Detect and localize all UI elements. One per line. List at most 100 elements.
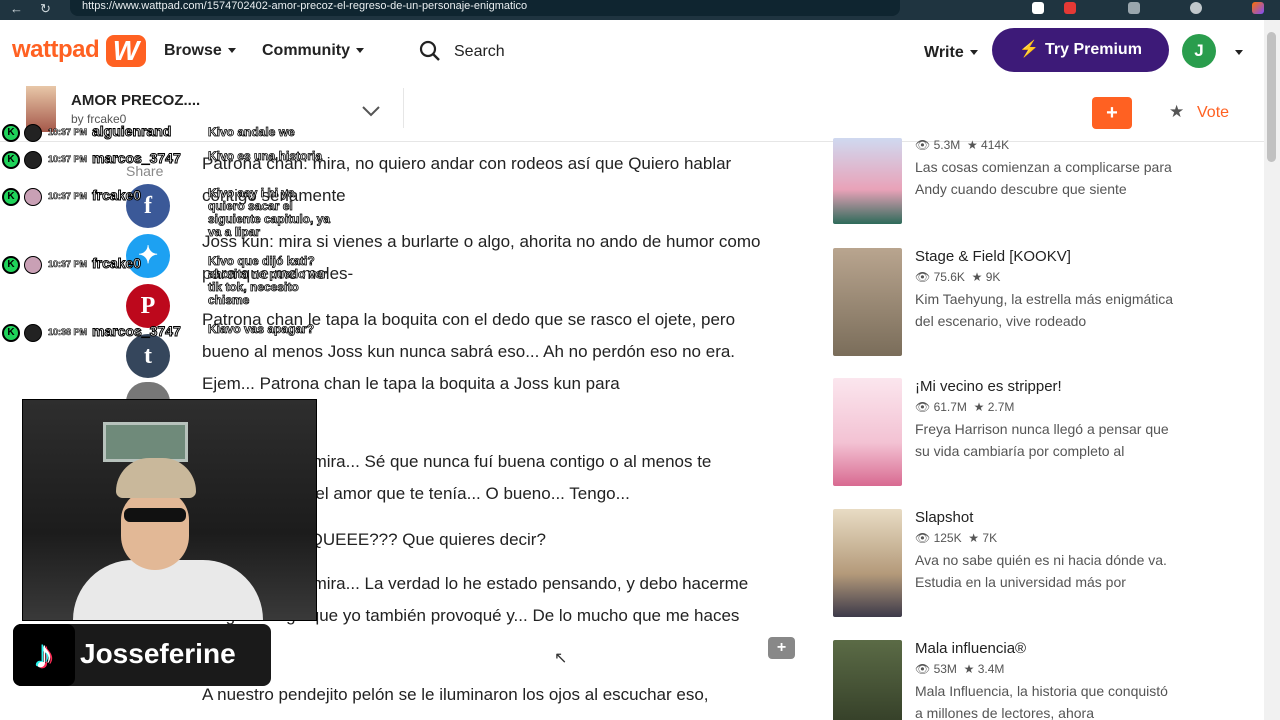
votes-count: 9K [985,270,1001,284]
book-description: Las cosas comienzan a complicarse para A… [915,159,1172,197]
votes-count: 3.4M [977,662,1005,676]
chat-text: Kivo aay i hi ya quiero sacar el siguien… [208,186,331,239]
book-description: Ava no sabe quién es ni hacia dónde va. … [915,552,1167,590]
chat-text: Kiavo vas apagar? [208,322,315,336]
book-description: Mala Influencia, la historia que conquis… [915,683,1168,720]
mouse-cursor-icon: ↖ [554,650,568,667]
back-icon[interactable]: ← [10,1,23,16]
exit-sign [103,422,188,462]
book-title[interactable]: ¡Mi vecino es stripper! [915,378,1062,395]
pinterest-icon[interactable]: P [126,284,170,328]
tiktok-icon: ♪ [13,624,75,686]
story-paragraph: Patrona chan le tapa la boquita con el d… [202,310,736,393]
recommendation-card[interactable]: 👁 5.3M ★ 414K Las cosas comienzan a comp… [833,138,1173,226]
book-title[interactable]: Stage & Field [KOOKV] [915,248,1071,265]
book-cover[interactable] [833,378,902,486]
star-icon: ★ [971,270,983,284]
try-premium-label: Try Premium [1044,41,1142,58]
tiktok-handle: Josseferine [80,638,236,669]
kick-badge-icon: K [2,151,20,169]
try-premium-button[interactable]: ⚡ Try Premium [992,28,1169,72]
user-avatar[interactable]: J [1182,34,1216,68]
kick-badge-icon: K [2,124,20,142]
book-stats: 👁 75.6K ★ 9K [915,270,1000,284]
eye-icon: 👁 [915,270,931,284]
book-stats: 👁 53M ★ 3.4M [915,662,1004,676]
chevron-down-icon[interactable] [360,100,382,122]
streamer-shirt [73,560,263,620]
chevron-down-icon [969,50,978,56]
book-stats: 👁 5.3M ★ 414K [915,138,1009,152]
book-title[interactable]: Slapshot [915,509,973,526]
streamer-face [121,490,189,570]
book-title[interactable]: Mala influencia® [915,640,1026,657]
community-menu[interactable]: Community [262,42,364,60]
story-paragraph: A nuestro pendejito pelón se le iluminar… [202,685,709,704]
browse-menu[interactable]: Browse [164,42,236,60]
scrollbar-thumb[interactable] [1267,32,1276,162]
kick-badge-icon: K [2,256,20,274]
kick-badge-icon: K [2,188,20,206]
write-label: Write [924,44,964,61]
book-cover[interactable] [833,248,902,356]
eye-icon: 👁 [915,400,931,414]
site-header: wattpad W Browse Community Search Write … [0,20,1264,84]
book-description: Kim Taehyung, la estrella más enigmática… [915,291,1174,329]
reads-count: 5.3M [933,138,961,152]
profile-icon[interactable] [1190,2,1202,14]
star-icon: ★ [973,400,985,414]
screen: ← ↻ https://www.wattpad.com/1574702402-a… [0,0,1280,720]
community-label: Community [262,42,350,59]
divider [403,88,404,128]
book-cover[interactable] [833,509,902,617]
eye-icon: 👁 [915,662,931,676]
streamer-sunglasses [124,508,186,522]
reads-count: 61.7M [933,400,967,414]
wattpad-logo[interactable]: wattpad [12,36,100,64]
votes-count: 414K [981,138,1010,152]
chat-username: marcos_3747 [92,150,182,167]
search-input[interactable]: Search [454,43,505,61]
book-stats: 👁 125K ★ 7K [915,531,997,545]
book-cover[interactable] [833,138,902,224]
recommendation-card[interactable]: Mala influencia® 👁 53M ★ 3.4M Mala Influ… [833,640,1173,720]
chat-time: 10:37 PM [48,127,88,138]
chat-username: alguienrand [91,123,172,140]
chat-time: 10:37 PM [48,259,88,270]
chat-text: Kivo andale we [208,125,296,139]
lightning-icon: ⚡ [1019,41,1039,58]
vote-button[interactable]: Vote [1197,104,1229,122]
reads-count: 53M [933,662,957,676]
write-menu[interactable]: Write [924,44,978,62]
chevron-down-icon[interactable] [1235,50,1243,55]
kick-badge-icon: K [2,324,20,342]
wattpad-logo-mark[interactable]: W [106,35,146,67]
add-comment-icon[interactable]: + [768,637,795,659]
votes-count: 2.7M [987,400,1015,414]
recommendation-card[interactable]: Stage & Field [KOOKV] 👁 75.6K ★ 9K Kim T… [833,248,1173,358]
recommendation-card[interactable]: Slapshot 👁 125K ★ 7K Ava no sabe quién e… [833,509,1173,619]
chat-username: marcos_3747 [92,323,182,340]
webcam-overlay [22,399,317,621]
reload-icon[interactable]: ↻ [40,1,51,17]
book-cover[interactable] [833,640,902,720]
story-title[interactable]: AMOR PRECOZ.... [71,92,200,109]
chat-username: frcake0 [91,255,142,272]
star-icon: ★ [966,138,978,152]
puzzle-icon[interactable] [1128,2,1140,14]
copilot-icon[interactable] [1252,2,1264,14]
extension-icon[interactable] [1032,2,1044,14]
add-to-library-button[interactable]: + [1092,97,1132,129]
extension-icon[interactable] [1064,2,1076,14]
browse-label: Browse [164,42,222,59]
search-icon[interactable] [419,40,441,62]
recommendation-card[interactable]: ¡Mi vecino es stripper! 👁 61.7M ★ 2.7M F… [833,378,1173,488]
book-stats: 👁 61.7M ★ 2.7M [915,400,1014,414]
votes-count: 7K [982,531,998,545]
eye-icon: 👁 [915,531,931,545]
chat-avatar [24,188,42,206]
address-bar[interactable]: https://www.wattpad.com/1574702402-amor-… [70,0,900,16]
chat-time: 10:38 PM [48,327,88,338]
star-icon[interactable]: ★ [1169,102,1184,122]
tumblr-icon[interactable]: t [126,334,170,378]
